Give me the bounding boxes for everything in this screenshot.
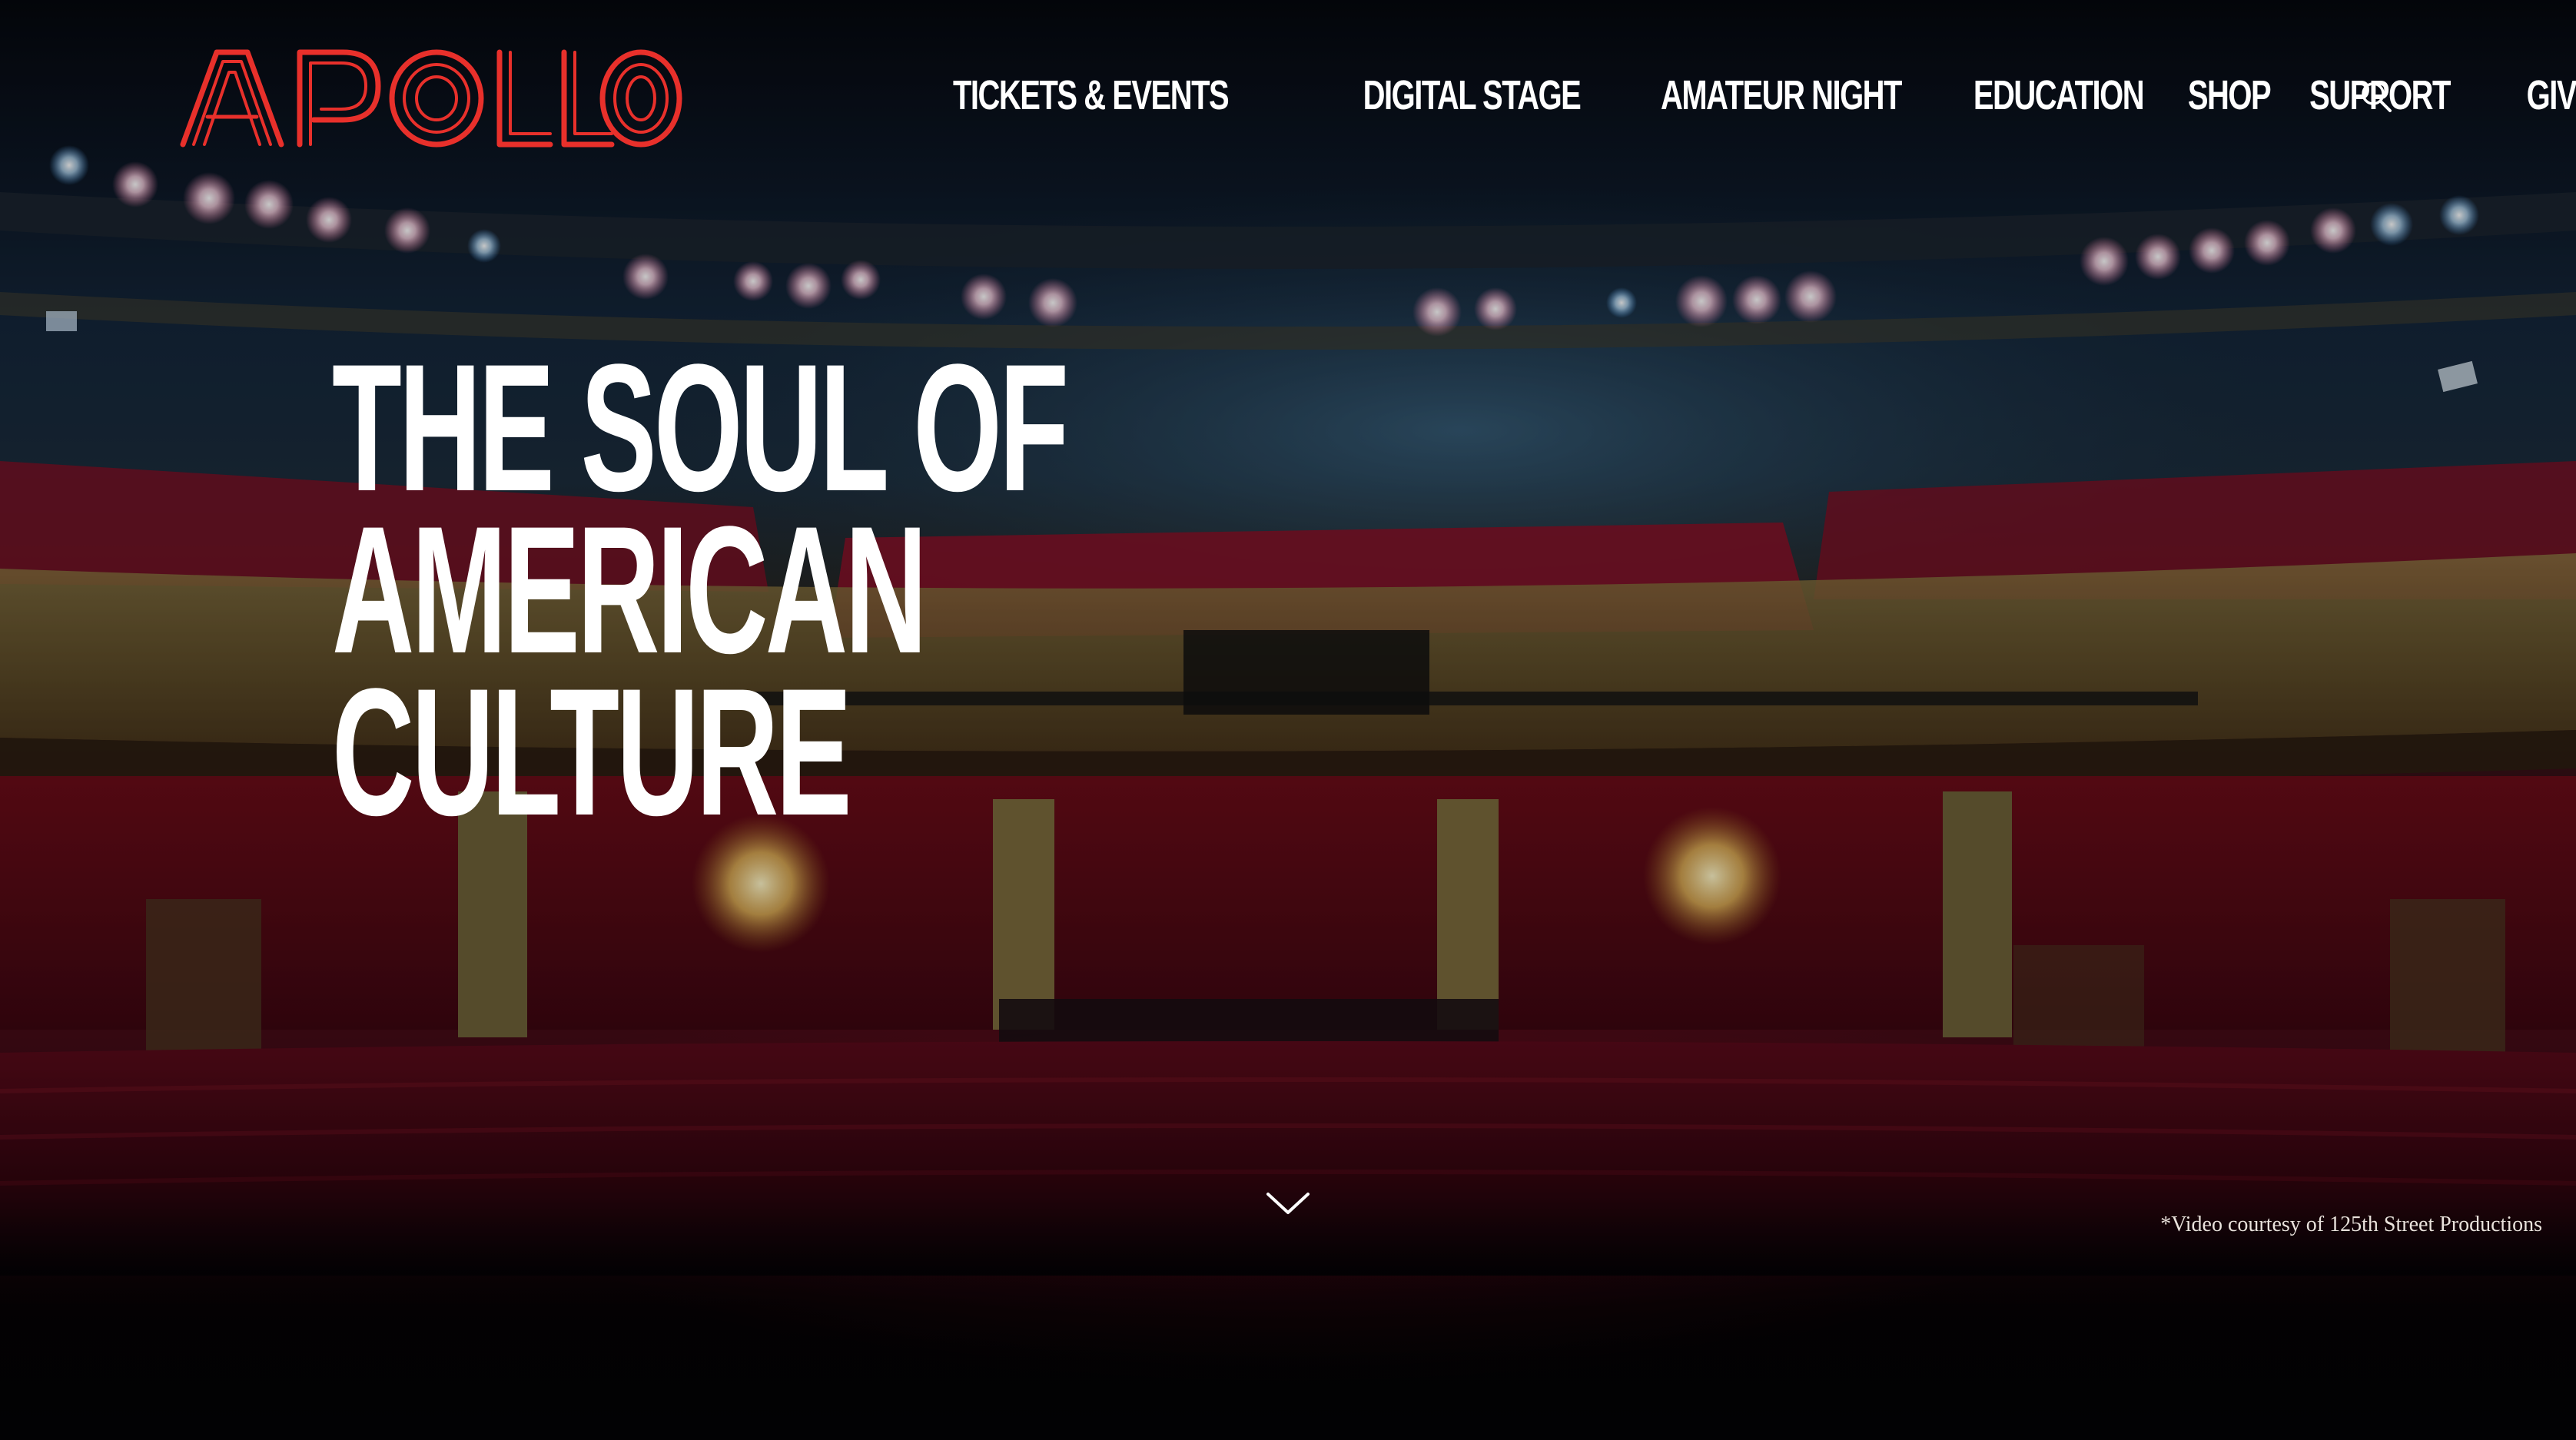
- headline-line-1: THE SOUL OF: [332, 327, 1069, 529]
- hero-headline: THE SOUL OF AMERICAN CULTURE: [332, 327, 1069, 854]
- headline-line-3: CULTURE: [332, 651, 852, 854]
- nav-education[interactable]: EDUCATION: [1973, 71, 2145, 119]
- chevron-down-icon[interactable]: [1265, 1189, 1311, 1217]
- headline-line-2: AMERICAN: [332, 489, 928, 692]
- apollo-logo[interactable]: [177, 46, 684, 149]
- nav-digital-stage[interactable]: DIGITAL STAGE: [1363, 71, 1582, 119]
- site-header: TICKETS & EVENTS DIGITAL STAGE AMATEUR N…: [0, 0, 2576, 177]
- search-icon[interactable]: [2359, 80, 2393, 114]
- nav-tickets-events[interactable]: TICKETS & EVENTS: [953, 71, 1230, 119]
- nav-give-now[interactable]: GIVE NOW: [2527, 71, 2576, 119]
- video-credit: *Video courtesy of 125th Street Producti…: [2160, 1213, 2542, 1236]
- nav-amateur-night[interactable]: AMATEUR NIGHT: [1661, 71, 1902, 119]
- nav-shop[interactable]: SHOP: [2188, 71, 2272, 119]
- main-nav: TICKETS & EVENTS DIGITAL STAGE AMATEUR N…: [953, 65, 2576, 126]
